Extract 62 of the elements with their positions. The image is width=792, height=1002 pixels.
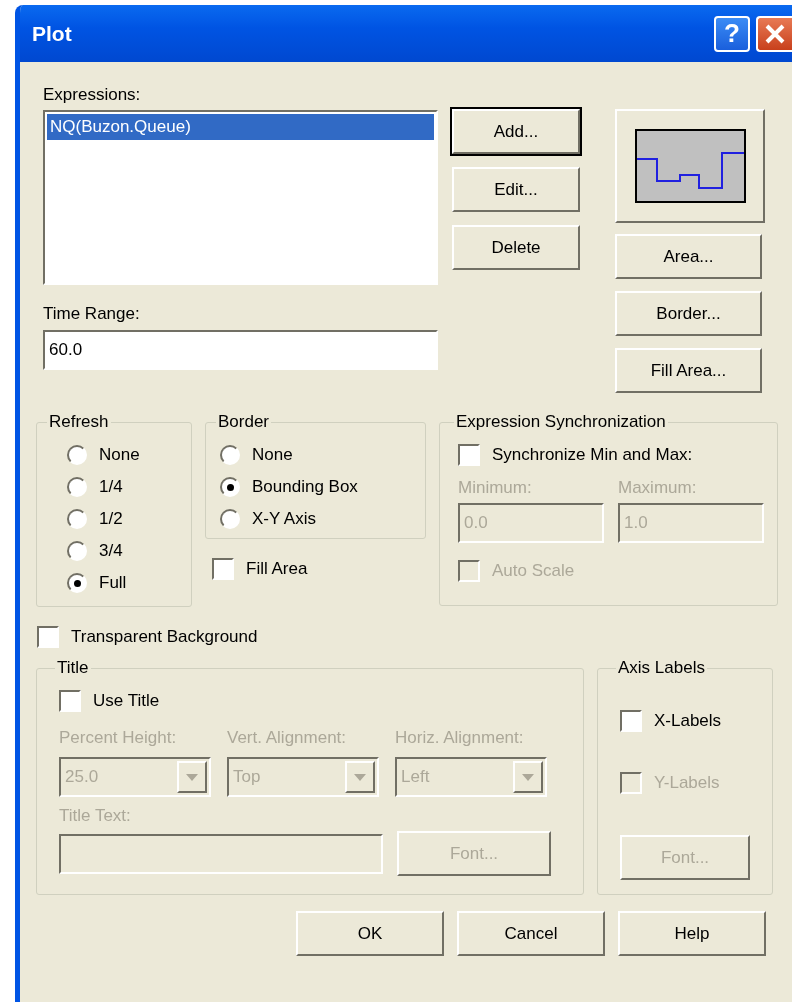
radio-label: None: [252, 444, 293, 467]
field-label: Time Range:: [43, 303, 141, 325]
radio-label: 1/2: [99, 508, 123, 531]
caret-icon: [522, 773, 534, 781]
radio-button[interactable]: [67, 509, 87, 529]
expression-list[interactable]: NQ(Buzon.Queue): [43, 110, 438, 285]
checkbox-label: Synchronize Min and Max:: [492, 444, 693, 467]
checkbox[interactable]: [212, 558, 234, 580]
field-label: Vert. Alignment:: [227, 727, 348, 749]
radio-label: Full: [99, 572, 127, 595]
radio-button[interactable]: [67, 477, 87, 497]
field-label: Minimum:: [458, 477, 533, 499]
dialog-button[interactable]: Fill Area...: [615, 348, 762, 393]
checkbox[interactable]: [37, 626, 59, 648]
dialog-button[interactable]: Edit...: [452, 167, 580, 212]
group-title: Title: [56, 657, 90, 679]
radio-button[interactable]: [220, 445, 240, 465]
caret-icon: [186, 773, 198, 781]
preview-panel[interactable]: [615, 109, 765, 223]
group-title: Border: [217, 411, 271, 433]
checkbox-label: Auto Scale: [492, 560, 575, 583]
input-field[interactable]: 60.0: [43, 330, 438, 370]
close-icon: [764, 22, 786, 45]
field-label: Maximum:: [618, 477, 698, 499]
radio-button[interactable]: [67, 573, 87, 593]
radio-label: 1/4: [99, 476, 123, 499]
radio-label: X-Y Axis: [252, 508, 316, 531]
dialog-button[interactable]: Cancel: [457, 911, 605, 956]
close-button[interactable]: [756, 15, 792, 52]
dialog-button[interactable]: Help: [618, 911, 766, 956]
plot-preview-icon: [634, 129, 746, 203]
caret-icon: [354, 773, 366, 781]
checkbox-label: Transparent Background: [71, 626, 258, 649]
radio-button[interactable]: [67, 445, 87, 465]
window-title: Plot: [32, 20, 72, 47]
checkbox-label: Fill Area: [246, 558, 308, 581]
checkbox[interactable]: [620, 710, 642, 732]
radio-button[interactable]: [220, 477, 240, 497]
dialog-button[interactable]: Delete: [452, 225, 580, 270]
checkbox[interactable]: [59, 690, 81, 712]
list-item[interactable]: NQ(Buzon.Queue): [47, 114, 434, 140]
field-label: Horiz. Alignment:: [395, 727, 525, 749]
radio-button[interactable]: [220, 509, 240, 529]
radio-label: None: [99, 444, 140, 467]
radio-label: Bounding Box: [252, 476, 358, 499]
field-label: Title Text:: [59, 805, 132, 827]
dialog-button[interactable]: Area...: [615, 234, 762, 279]
help-button[interactable]: ?: [714, 15, 750, 52]
checkbox-label: Use Title: [93, 690, 160, 713]
group-title: Axis Labels: [617, 657, 706, 679]
dialog-button[interactable]: Add...: [452, 109, 580, 154]
field-label: Percent Height:: [59, 727, 178, 749]
checkbox-label: Y-Labels: [654, 772, 720, 795]
radio-label: 3/4: [99, 540, 123, 563]
dialog-button[interactable]: Border...: [615, 291, 762, 336]
group-title: Refresh: [48, 411, 110, 433]
group-title: Expression Synchronization: [455, 411, 667, 433]
checkbox[interactable]: [458, 444, 480, 466]
field-label: Expressions:: [43, 84, 142, 106]
radio-button[interactable]: [67, 541, 87, 561]
dialog-button[interactable]: OK: [296, 911, 444, 956]
checkbox-label: X-Labels: [654, 710, 722, 733]
